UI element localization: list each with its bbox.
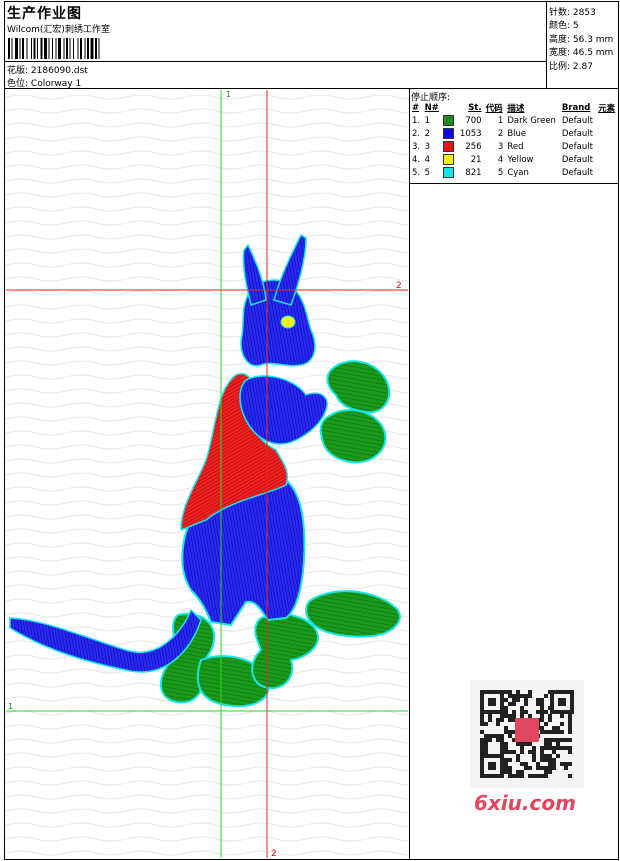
cell-brand: Default [561, 167, 593, 178]
table-row: 2. 2 1053 2 Blue Default [410, 127, 618, 140]
cell-swatch [441, 166, 457, 179]
guide-label-red-v: 2 [271, 849, 277, 858]
cell-number: 2 [424, 128, 430, 139]
cell-stitches: 700 [465, 115, 482, 126]
col-number: N# [424, 102, 439, 113]
cell-code: 3 [497, 141, 504, 152]
cell-index: 1. [412, 115, 421, 126]
color-swatch [443, 128, 455, 139]
stat-stitches: 针数: 2853 [549, 8, 596, 18]
color-swatch [443, 154, 455, 165]
cell-swatch [441, 127, 457, 140]
barcode [8, 38, 100, 59]
design-name: 花版: 2186090.dst [7, 63, 88, 76]
col-swatch [441, 101, 457, 114]
guide-label-green-v: 1 [226, 90, 231, 99]
stats-divider [546, 1, 547, 89]
frame-left [4, 1, 5, 860]
cell-stitches: 1053 [459, 128, 482, 139]
qr-code [470, 680, 584, 788]
frame-bottom [4, 859, 619, 860]
design-canvas: 1 2 1 2 [6, 90, 408, 858]
col-stitches: St. [468, 102, 482, 113]
cell-element [596, 153, 618, 166]
cell-element [596, 140, 618, 153]
cell-index: 3. [412, 141, 421, 152]
frame-right [618, 1, 619, 860]
cell-stitches: 256 [465, 141, 482, 152]
cell-desc: Red [507, 141, 524, 152]
colorway: 色位: Colorway 1 [7, 76, 81, 89]
col-code: 代码 [485, 103, 503, 114]
color-swatch [443, 115, 455, 126]
guide-label-green-h: 1 [8, 702, 13, 711]
cell-swatch [441, 153, 457, 166]
cell-code: 4 [497, 154, 504, 165]
table-row: 4. 4 21 4 Yellow Default [410, 153, 618, 166]
cell-brand: Default [561, 154, 593, 165]
watermark-logo: 6xiu.com [474, 791, 576, 815]
cell-code: 1 [497, 115, 504, 126]
cell-desc: Dark Green [507, 115, 556, 126]
cell-desc: Blue [507, 128, 527, 139]
col-desc: 描述 [507, 103, 525, 114]
frame-top [4, 1, 619, 2]
stat-width: 宽度: 46.5 mm [549, 48, 614, 58]
cell-number: 5 [424, 167, 430, 178]
col-element: 元素 [598, 103, 616, 114]
color-swatch [443, 167, 455, 178]
table-row: 1. 1 700 1 Dark Green Default [410, 114, 618, 127]
guide-label-red-h: 2 [396, 281, 402, 291]
meta-divider [4, 61, 547, 62]
cell-index: 2. [412, 128, 421, 139]
col-brand: Brand [561, 102, 591, 113]
company-name: Wilcom(汇宏)刺绣工作室 [7, 25, 110, 35]
stat-colors: 颜色: 5 [549, 21, 579, 31]
cell-swatch [441, 140, 457, 153]
cell-number: 3 [424, 141, 430, 152]
table-divider [409, 183, 619, 184]
cell-stitches: 821 [465, 167, 482, 178]
color-sequence-table: # N# St. 代码 描述 Brand 元素 1. 1 700 1 Dark Gree… [410, 101, 618, 179]
cell-desc: Yellow [507, 154, 534, 165]
design-label: 花版: [7, 66, 29, 76]
cell-brand: Default [561, 128, 593, 139]
cell-element [596, 114, 618, 127]
design-value: 2186090.dst [30, 66, 88, 76]
cell-number: 1 [424, 115, 430, 126]
stat-scale: 比例: 2.87 [549, 62, 593, 72]
cell-brand: Default [561, 115, 593, 126]
panel-divider [409, 88, 410, 860]
cell-number: 4 [424, 154, 430, 165]
table-row: 3. 3 256 3 Red Default [410, 140, 618, 153]
cell-code: 2 [497, 128, 504, 139]
table-header-row: # N# St. 代码 描述 Brand 元素 [410, 101, 618, 114]
header-divider [4, 88, 619, 89]
colorway-value: Colorway 1 [30, 79, 82, 89]
color-swatch [443, 141, 455, 152]
col-index: # [412, 102, 420, 113]
cell-element [596, 127, 618, 140]
kangaroo-eye [280, 315, 296, 329]
cell-swatch [441, 114, 457, 127]
cell-code: 5 [497, 167, 504, 178]
cell-desc: Cyan [507, 167, 529, 178]
cell-index: 4. [412, 154, 421, 165]
cell-brand: Default [561, 141, 593, 152]
page-title: 生产作业图 [7, 6, 82, 22]
cell-index: 5. [412, 167, 421, 178]
cell-stitches: 21 [470, 154, 482, 165]
cell-element [596, 166, 618, 179]
colorway-label: 色位: [7, 79, 29, 89]
stat-height: 高度: 56.3 mm [549, 35, 614, 45]
table-row: 5. 5 821 5 Cyan Default [410, 166, 618, 179]
